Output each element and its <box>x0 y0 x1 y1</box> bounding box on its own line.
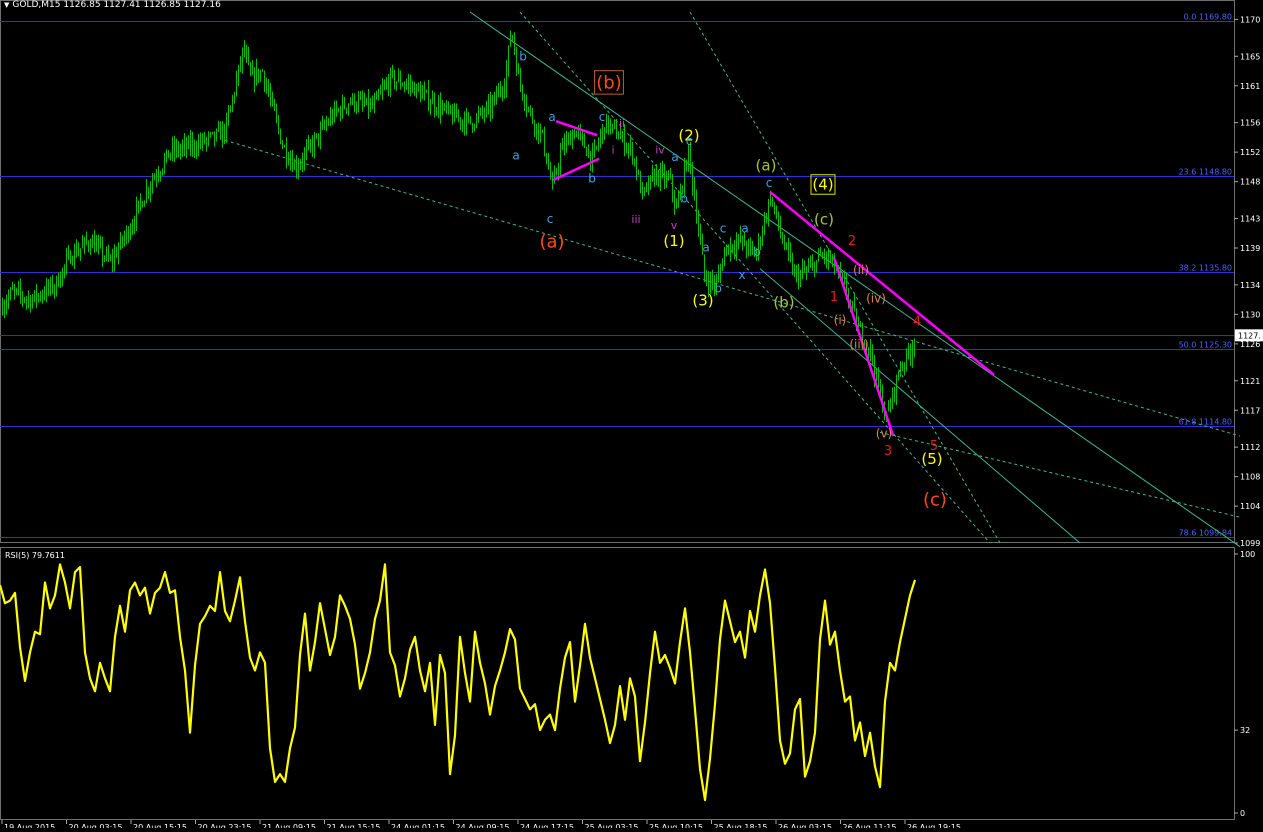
price-tick-label: 1130 <box>1240 310 1260 319</box>
price-tick-label: 1170 <box>1240 15 1260 24</box>
wave-label: b <box>753 245 761 259</box>
time-tick-label: 20 Aug 15:15 <box>133 823 187 828</box>
wave-label: b <box>588 171 596 185</box>
wave-label: 1 <box>830 290 838 305</box>
channel-line-2 <box>224 139 1241 437</box>
rsi-tick-label: 100 <box>1240 550 1255 559</box>
price-tick-label: 1134 <box>1240 281 1260 290</box>
rsi-tick-label: 0 <box>1240 809 1245 818</box>
wave-label: (iv) <box>866 292 886 306</box>
wave-label: (ii) <box>853 263 869 277</box>
wave-label: iv <box>655 144 665 157</box>
price-tick-label: 1148 <box>1240 178 1260 187</box>
price-tick-label: 1139 <box>1240 244 1260 253</box>
price-tick-label: 1161 <box>1240 82 1260 91</box>
wave-label: 2 <box>848 234 856 249</box>
wave-label: (v) <box>876 427 892 441</box>
time-tick-label: 19 Aug 2015 <box>4 823 55 828</box>
wave-label: a <box>548 110 555 124</box>
current-price-tag-label: 1127. <box>1238 331 1261 340</box>
time-tick-label: 21 Aug 15:15 <box>327 823 381 828</box>
price-tick-label: 1121 <box>1240 377 1260 386</box>
fib-label-23.6: 23.6 1148.80 <box>1179 168 1232 177</box>
wave-label: 4 <box>913 314 921 329</box>
chart-svg[interactable]: 0.0 1169.80 23.6 1148.80 38.2 1135.80 50.0 … <box>0 0 1263 832</box>
magenta-trendline-2 <box>769 190 995 376</box>
fib-label-38.2: 38.2 1135.80 <box>1179 264 1232 273</box>
price-tick-label: 1104 <box>1240 502 1260 511</box>
fib-label-0.0: 0.0 1169.80 <box>1184 13 1232 22</box>
wave-label: 3 <box>884 444 892 459</box>
price-tick-label: 1156 <box>1240 119 1260 128</box>
price-tick-label: 1152 <box>1240 148 1260 157</box>
wave-label: (iii) <box>849 337 868 351</box>
time-tick-label: 26 Aug 03:15 <box>778 823 832 828</box>
wave-label: (a) <box>539 231 564 252</box>
wave-label: c <box>599 110 606 124</box>
wave-label: a <box>671 150 678 164</box>
chart-title: ▼ GOLD,M15 1126.85 1127.41 1126.85 1127.1… <box>4 0 221 10</box>
wave-label: b <box>714 281 722 295</box>
wave-label: c <box>720 222 727 236</box>
price-tick-label: 1165 <box>1240 52 1260 61</box>
fib-label-61.8: 61.8 1114.80 <box>1179 418 1232 427</box>
rsi-title: RSI(5) 79.7611 <box>5 551 65 560</box>
wave-label: (3) <box>692 292 713 310</box>
price-tick-label: 1108 <box>1240 473 1260 482</box>
wave-label: (1) <box>663 232 684 250</box>
wave-label: a <box>512 149 519 163</box>
wave-label: (b) <box>596 73 621 94</box>
wave-label: b <box>680 191 688 205</box>
wave-label: a <box>741 222 748 236</box>
time-tick-label: 21 Aug 09:15 <box>262 823 316 828</box>
wave-label: ii <box>619 117 625 130</box>
wave-label: (4) <box>812 176 833 194</box>
time-tick-label: 25 Aug 18:15 <box>714 823 768 828</box>
channel-line-3 <box>519 11 991 544</box>
rsi-tick-label: 32 <box>1240 726 1250 735</box>
price-tick-label: 1112 <box>1240 443 1260 452</box>
wave-label: v <box>671 219 678 232</box>
collapse-arrow-icon[interactable]: ▼ <box>4 1 9 9</box>
time-tick-label: 26 Aug 19:15 <box>907 823 961 828</box>
rsi-line <box>0 563 917 802</box>
symbol-label: GOLD,M15 <box>12 0 61 10</box>
wave-label: (b) <box>773 294 794 312</box>
time-tick-label: 26 Aug 11:15 <box>843 823 897 828</box>
wave-label: a <box>702 241 709 255</box>
wave-label: x <box>738 268 745 282</box>
time-tick-label: 20 Aug 23:15 <box>198 823 252 828</box>
wave-label: c <box>766 176 773 190</box>
wave-label: (i) <box>834 313 847 327</box>
ohlc-label: 1126.85 1127.41 1126.85 1127.16 <box>63 0 221 10</box>
time-tick-label: 25 Aug 03:15 <box>585 823 639 828</box>
time-tick-label: 24 Aug 01:15 <box>391 823 445 828</box>
wave-label: i <box>611 144 614 157</box>
chart-root: ▼ GOLD,M15 1126.85 1127.41 1126.85 1127.1… <box>0 0 1263 832</box>
price-tick-label: 1099 <box>1240 539 1260 548</box>
wave-label: iii <box>631 213 640 226</box>
time-tick-label: 24 Aug 17:15 <box>520 823 574 828</box>
wave-label: (c) <box>923 489 947 510</box>
channel-line-0 <box>469 11 1241 548</box>
wave-label: (c) <box>814 210 834 228</box>
time-tick-label: 25 Aug 10:15 <box>649 823 703 828</box>
time-tick-label: 20 Aug 03:15 <box>69 823 123 828</box>
wave-label: c <box>686 134 693 148</box>
wave-label: c <box>547 212 554 226</box>
price-tick-label: 1117 <box>1240 406 1260 415</box>
wave-label: 5 <box>930 439 938 454</box>
fib-label-50.0: 50.0 1125.30 <box>1179 341 1232 350</box>
wave-label: b <box>519 50 527 64</box>
wave-label: (a) <box>756 157 777 175</box>
time-tick-label: 24 Aug 09:15 <box>456 823 510 828</box>
price-tick-label: 1143 <box>1240 215 1260 224</box>
